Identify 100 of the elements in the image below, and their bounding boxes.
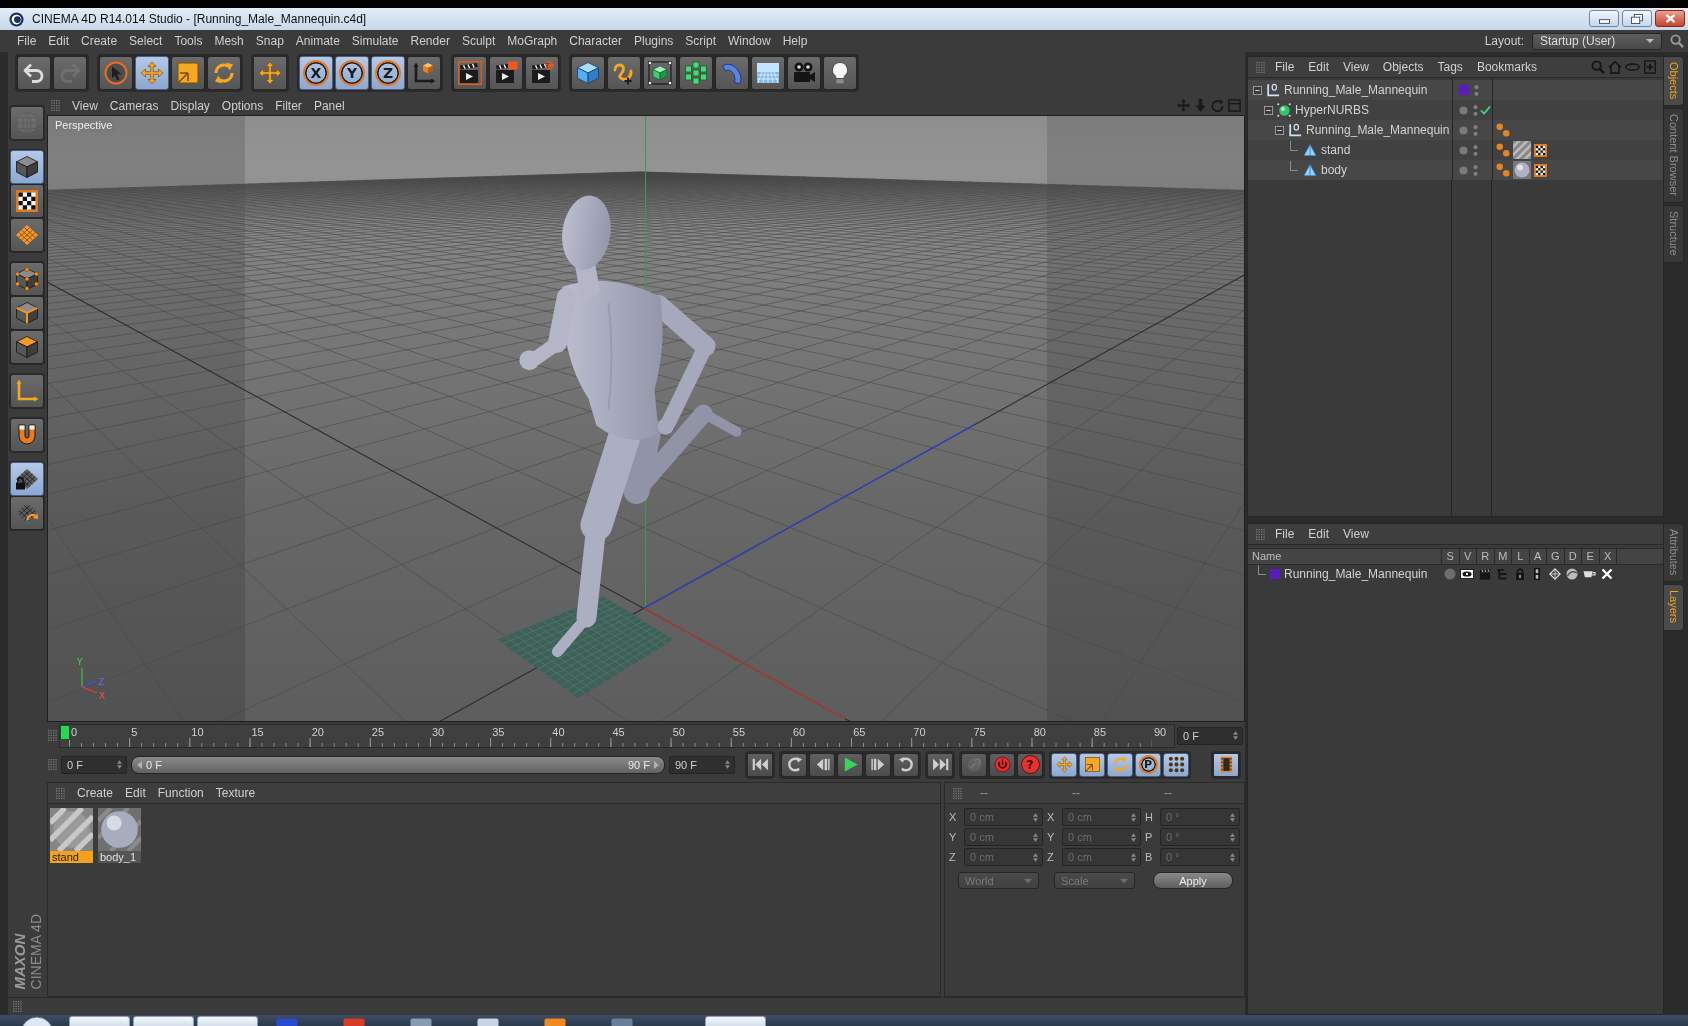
- layer-row[interactable]: Running_Male_Mannequin: [1248, 565, 1663, 583]
- position-key-button[interactable]: [1051, 752, 1077, 777]
- menu-item[interactable]: Simulate: [345, 34, 405, 48]
- menu-item[interactable]: Cameras: [103, 98, 165, 113]
- menu-item[interactable]: Objects: [1375, 60, 1431, 74]
- menu-item[interactable]: Script: [679, 34, 722, 48]
- column-header[interactable]: M: [1493, 549, 1511, 564]
- menu-item[interactable]: Mesh: [208, 34, 250, 48]
- clapperboard-icon[interactable]: [1478, 568, 1491, 580]
- app-icon[interactable]: [410, 1018, 432, 1026]
- end-frame-field[interactable]: 90 F: [669, 755, 735, 774]
- side-tab[interactable]: Objects: [1664, 56, 1684, 107]
- scale-tool-button[interactable]: [171, 55, 205, 90]
- timeline-ruler[interactable]: 0 5 10 15 20 25 30 35 40 45 50 55 60 65 70 75 80 85 90: [59, 723, 1175, 748]
- object-row[interactable]: HyperNURBS: [1248, 100, 1663, 120]
- app-icon[interactable]: [611, 1018, 633, 1026]
- menu-item[interactable]: View: [66, 98, 104, 113]
- last-tool-button[interactable]: [251, 53, 289, 92]
- object-name[interactable]: HyperNURBS: [1295, 103, 1369, 117]
- material-swatch[interactable]: stand: [50, 808, 93, 863]
- grip-icon[interactable]: [48, 730, 57, 741]
- search-icon[interactable]: [1670, 34, 1684, 48]
- visibility-dots-icon[interactable]: [1474, 83, 1479, 97]
- next-key-button[interactable]: [893, 752, 919, 777]
- layer-swatch-icon[interactable]: [1270, 569, 1280, 579]
- column-header[interactable]: L: [1511, 549, 1529, 564]
- visibility-dots-icon[interactable]: [1473, 103, 1478, 117]
- right-triangle-icon[interactable]: [654, 760, 659, 769]
- column-header[interactable]: V: [1458, 549, 1476, 564]
- render-view-button[interactable]: [453, 55, 487, 90]
- start-button[interactable]: [21, 1016, 53, 1026]
- menu-item[interactable]: File: [1268, 527, 1302, 541]
- next-frame-button[interactable]: [865, 752, 891, 777]
- menu-item[interactable]: Tools: [168, 34, 209, 48]
- scale-key-button[interactable]: [1079, 752, 1105, 777]
- visibility-dots-icon[interactable]: [1473, 143, 1478, 157]
- object-row[interactable]: Running_Male_Mannequin: [1248, 80, 1663, 100]
- edges-mode-button[interactable]: [9, 296, 44, 330]
- layer-dot-icon[interactable]: [1459, 125, 1468, 135]
- material-swatch[interactable]: body_1: [98, 808, 141, 863]
- axis-lock-button[interactable]: Z: [371, 55, 405, 90]
- column-header[interactable]: E: [1581, 549, 1599, 564]
- record-button[interactable]: [989, 752, 1015, 777]
- object-name[interactable]: stand: [1321, 143, 1351, 157]
- cup-icon[interactable]: [1583, 570, 1597, 578]
- material-name[interactable]: stand: [50, 851, 93, 863]
- column-header[interactable]: Name: [1248, 549, 1441, 564]
- spinner-icon[interactable]: [117, 760, 122, 769]
- check-icon[interactable]: [1480, 105, 1491, 115]
- menu-item[interactable]: View: [1336, 527, 1376, 541]
- menu-item[interactable]: MoGraph: [501, 34, 564, 48]
- point-level-key-button[interactable]: [1163, 752, 1189, 777]
- menu-item[interactable]: Function: [151, 786, 210, 800]
- live-selection-button[interactable]: [99, 55, 133, 90]
- menu-item[interactable]: View: [1336, 60, 1376, 74]
- key-help-button[interactable]: ?: [1017, 752, 1043, 777]
- cloner-button[interactable]: [679, 55, 713, 90]
- grip-icon[interactable]: [1256, 528, 1265, 540]
- eye-icon[interactable]: [1460, 569, 1475, 579]
- menu-item[interactable]: Bookmarks: [1469, 60, 1544, 74]
- menu-item[interactable]: File: [11, 34, 43, 48]
- collapse-icon[interactable]: [1264, 105, 1273, 115]
- menu-item[interactable]: Edit: [1301, 527, 1337, 541]
- menu-item[interactable]: Options: [215, 98, 270, 113]
- cross-mark-icon[interactable]: [1601, 568, 1614, 580]
- camera-button[interactable]: [787, 55, 821, 90]
- visibility-dots-icon[interactable]: [1473, 163, 1478, 177]
- taskbar-button[interactable]: [705, 1016, 766, 1026]
- points-mode-button[interactable]: [9, 262, 44, 296]
- taskbar-button[interactable]: [197, 1016, 258, 1026]
- menu-item[interactable]: Display: [164, 98, 216, 113]
- left-triangle-icon[interactable]: [137, 760, 142, 769]
- menu-item[interactable]: Filter: [269, 98, 308, 113]
- spinner-icon[interactable]: [725, 760, 730, 769]
- side-tab[interactable]: Structure: [1664, 205, 1684, 263]
- go-to-end-button[interactable]: [925, 750, 955, 779]
- menu-item[interactable]: Panel: [307, 98, 351, 113]
- previous-key-button[interactable]: [781, 752, 807, 777]
- dots-tag-icon[interactable]: [1496, 143, 1510, 157]
- taskbar-button[interactable]: [133, 1016, 194, 1026]
- layer-dot-icon[interactable]: [1459, 145, 1468, 155]
- playhead-handle[interactable]: [60, 724, 70, 740]
- menu-item[interactable]: Edit: [1301, 60, 1337, 74]
- menu-item[interactable]: Edit: [119, 786, 152, 800]
- collapse-icon[interactable]: [1275, 125, 1284, 135]
- workplane-mode-button[interactable]: [9, 218, 44, 252]
- column-header[interactable]: G: [1546, 549, 1564, 564]
- subdivision-surface-button[interactable]: [643, 55, 677, 90]
- rotate-tool-button[interactable]: [207, 55, 241, 90]
- column-header[interactable]: S: [1441, 549, 1459, 564]
- object-row[interactable]: body: [1248, 160, 1663, 180]
- go-to-start-button[interactable]: [745, 750, 775, 779]
- checker-tag-icon[interactable]: [1534, 143, 1547, 157]
- padlock-icon[interactable]: [1513, 568, 1526, 580]
- column-header[interactable]: D: [1563, 549, 1581, 564]
- film-frame-icon[interactable]: [1534, 568, 1541, 580]
- app-icon[interactable]: [477, 1018, 499, 1026]
- object-row[interactable]: Running_Male_Mannequin: [1248, 120, 1663, 140]
- preview-range-bar[interactable]: 0 F 90 F: [131, 755, 665, 774]
- previous-frame-button[interactable]: [809, 752, 835, 777]
